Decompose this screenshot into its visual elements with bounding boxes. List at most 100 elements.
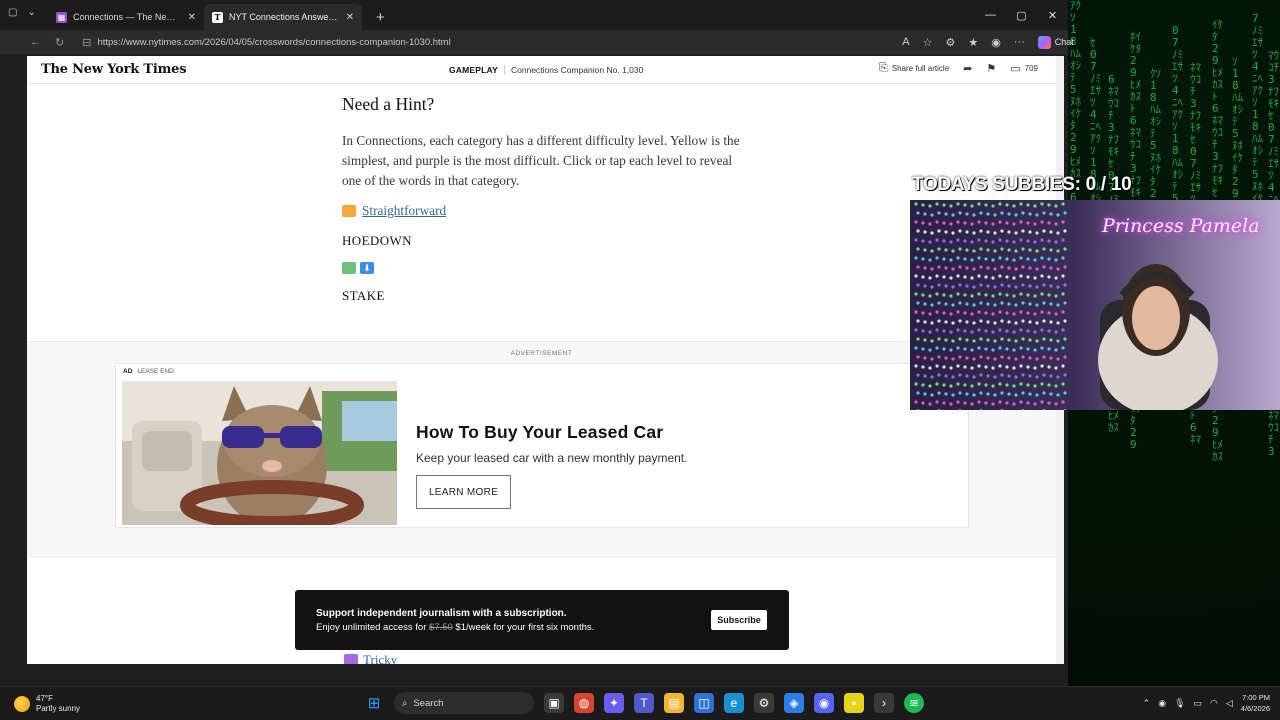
led-light: [986, 212, 990, 216]
profile-icon[interactable]: ◉: [991, 36, 1001, 49]
header-breadcrumb: GAMEPLAY Connections Companion No. 1,030: [449, 65, 643, 75]
led-light: [1054, 330, 1058, 334]
ad-card[interactable]: AD LEASE END How To Buy Your Leased Car …: [115, 363, 969, 528]
led-light: [921, 311, 925, 315]
read-aloud-icon[interactable]: A: [902, 36, 909, 48]
wifi-icon[interactable]: ◠: [1210, 698, 1218, 709]
ad-cat-driving-image[interactable]: [122, 381, 397, 525]
led-light: [963, 329, 967, 333]
sticky-notes-icon[interactable]: ▪: [844, 693, 864, 713]
led-light: [958, 319, 962, 323]
minimize-icon[interactable]: —: [975, 0, 1006, 30]
tray-chevron-icon[interactable]: ⌃: [1143, 698, 1151, 709]
led-light: [1049, 212, 1053, 216]
scroll-up-icon[interactable]: [1057, 58, 1063, 78]
tab-connections[interactable]: ▦ Connections — The New York Tim ✕: [48, 4, 204, 30]
led-light: [1061, 292, 1065, 296]
terminal-icon[interactable]: ›: [874, 693, 894, 713]
led-light: [949, 312, 953, 316]
led-light: [1063, 301, 1067, 305]
led-light: [928, 348, 932, 352]
favorite-star-icon[interactable]: ☆: [923, 36, 933, 49]
led-light: [965, 284, 969, 288]
section-label[interactable]: GAMEPLAY: [449, 65, 498, 75]
led-light: [914, 274, 918, 278]
more-options-icon[interactable]: ···: [1014, 36, 1025, 48]
ad-description: Keep your leased car with a new monthly …: [416, 451, 688, 465]
volume-icon[interactable]: ◁: [1226, 698, 1233, 709]
settings-gear-icon[interactable]: ⚙: [754, 693, 774, 713]
article-body: Need a Hint? In Connections, each catego…: [342, 94, 742, 304]
maximize-icon[interactable]: ▢: [1006, 0, 1037, 30]
led-light: [1054, 222, 1058, 226]
led-light: [972, 321, 976, 325]
edge-icon[interactable]: e: [724, 693, 744, 713]
weather-desc: Partly sunny: [36, 704, 81, 713]
nyt-logo[interactable]: The New York Times: [41, 62, 187, 77]
weather-widget[interactable]: 47°F Partly sunny: [14, 694, 80, 714]
close-window-icon[interactable]: ✕: [1037, 0, 1068, 30]
file-explorer-icon[interactable]: ▤: [664, 693, 684, 713]
led-light: [914, 220, 918, 224]
tab-nyt-answers[interactable]: T NYT Connections Answers for Ap ✕: [204, 4, 362, 30]
workspace-icon[interactable]: ▢: [8, 7, 17, 18]
led-light: [984, 329, 988, 333]
microphone-icon[interactable]: 🎙: [1174, 698, 1185, 709]
copilot-chat-button[interactable]: Chat: [1037, 35, 1074, 49]
site-info-icon[interactable]: ⊟: [82, 36, 91, 49]
led-light: [1056, 357, 1060, 361]
led-light: [1026, 239, 1030, 243]
share-full-article-button[interactable]: ⎘ Share full article: [879, 62, 949, 75]
led-light: [986, 266, 990, 270]
task-view-icon[interactable]: ▣: [544, 693, 564, 713]
share-icon[interactable]: ➦: [963, 62, 972, 75]
refresh-icon[interactable]: ↻: [55, 36, 64, 49]
led-light: [949, 258, 953, 262]
led-light: [958, 211, 962, 215]
windows-start-icon[interactable]: ⊞: [364, 693, 384, 713]
taskbar-search[interactable]: ⌕ Search: [394, 692, 534, 714]
chrome-icon[interactable]: ◍: [574, 693, 594, 713]
clock-date: 4/6/2026: [1240, 704, 1270, 713]
new-tab-icon[interactable]: +: [376, 9, 385, 26]
led-light: [1063, 355, 1067, 359]
led-light: [928, 240, 932, 244]
favorites-list-icon[interactable]: ★: [968, 36, 978, 49]
learn-more-button[interactable]: LEARN MORE: [416, 475, 511, 509]
led-light: [916, 391, 920, 395]
close-tab-icon[interactable]: ✕: [188, 12, 196, 23]
clock[interactable]: 7:00 PM 4/6/2026: [1241, 692, 1270, 714]
tab-list-chevron-icon[interactable]: ⌄: [27, 7, 35, 18]
bookmark-icon[interactable]: ⚑: [986, 62, 996, 75]
extensions-icon[interactable]: ⚙: [945, 36, 955, 49]
store-icon[interactable]: ◫: [694, 693, 714, 713]
copilot-app-icon[interactable]: ✦: [604, 693, 624, 713]
led-light: [972, 249, 976, 253]
subscribe-button[interactable]: Subscribe: [711, 610, 767, 630]
display-icon[interactable]: ▭: [1194, 698, 1203, 709]
hint-yellow-link[interactable]: Straightforward: [362, 203, 446, 219]
hint-purple-link[interactable]: Tricky: [363, 652, 397, 664]
hint-green[interactable]: ⬇: [342, 262, 742, 274]
comments-button[interactable]: ▭ 709: [1010, 62, 1038, 75]
close-tab-icon[interactable]: ✕: [346, 12, 354, 23]
led-light: [930, 231, 934, 235]
ad-headline[interactable]: How To Buy Your Leased Car: [416, 422, 663, 443]
led-light: [965, 212, 969, 216]
hint-yellow[interactable]: Straightforward: [342, 203, 742, 219]
teams-icon[interactable]: T: [634, 693, 654, 713]
address-bar[interactable]: ⊟ https://www.nytimes.com/2026/04/05/cro…: [78, 32, 929, 52]
led-light: [958, 391, 962, 395]
tray-app-icon[interactable]: ◉: [1158, 698, 1166, 709]
led-light: [993, 357, 997, 361]
led-light: [998, 310, 1002, 314]
discord-icon[interactable]: ◉: [814, 693, 834, 713]
spotify-icon[interactable]: ≋: [904, 693, 924, 713]
led-light: [1063, 391, 1067, 395]
back-arrow-icon[interactable]: ←: [30, 36, 41, 48]
hint-purple[interactable]: Tricky: [344, 652, 397, 664]
url-text[interactable]: https://www.nytimes.com/2026/04/05/cross…: [97, 37, 450, 48]
subscription-offer: Enjoy unlimited access for $7.50 $1/week…: [316, 622, 594, 633]
app-icon[interactable]: ◈: [784, 693, 804, 713]
led-light: [1005, 365, 1009, 369]
